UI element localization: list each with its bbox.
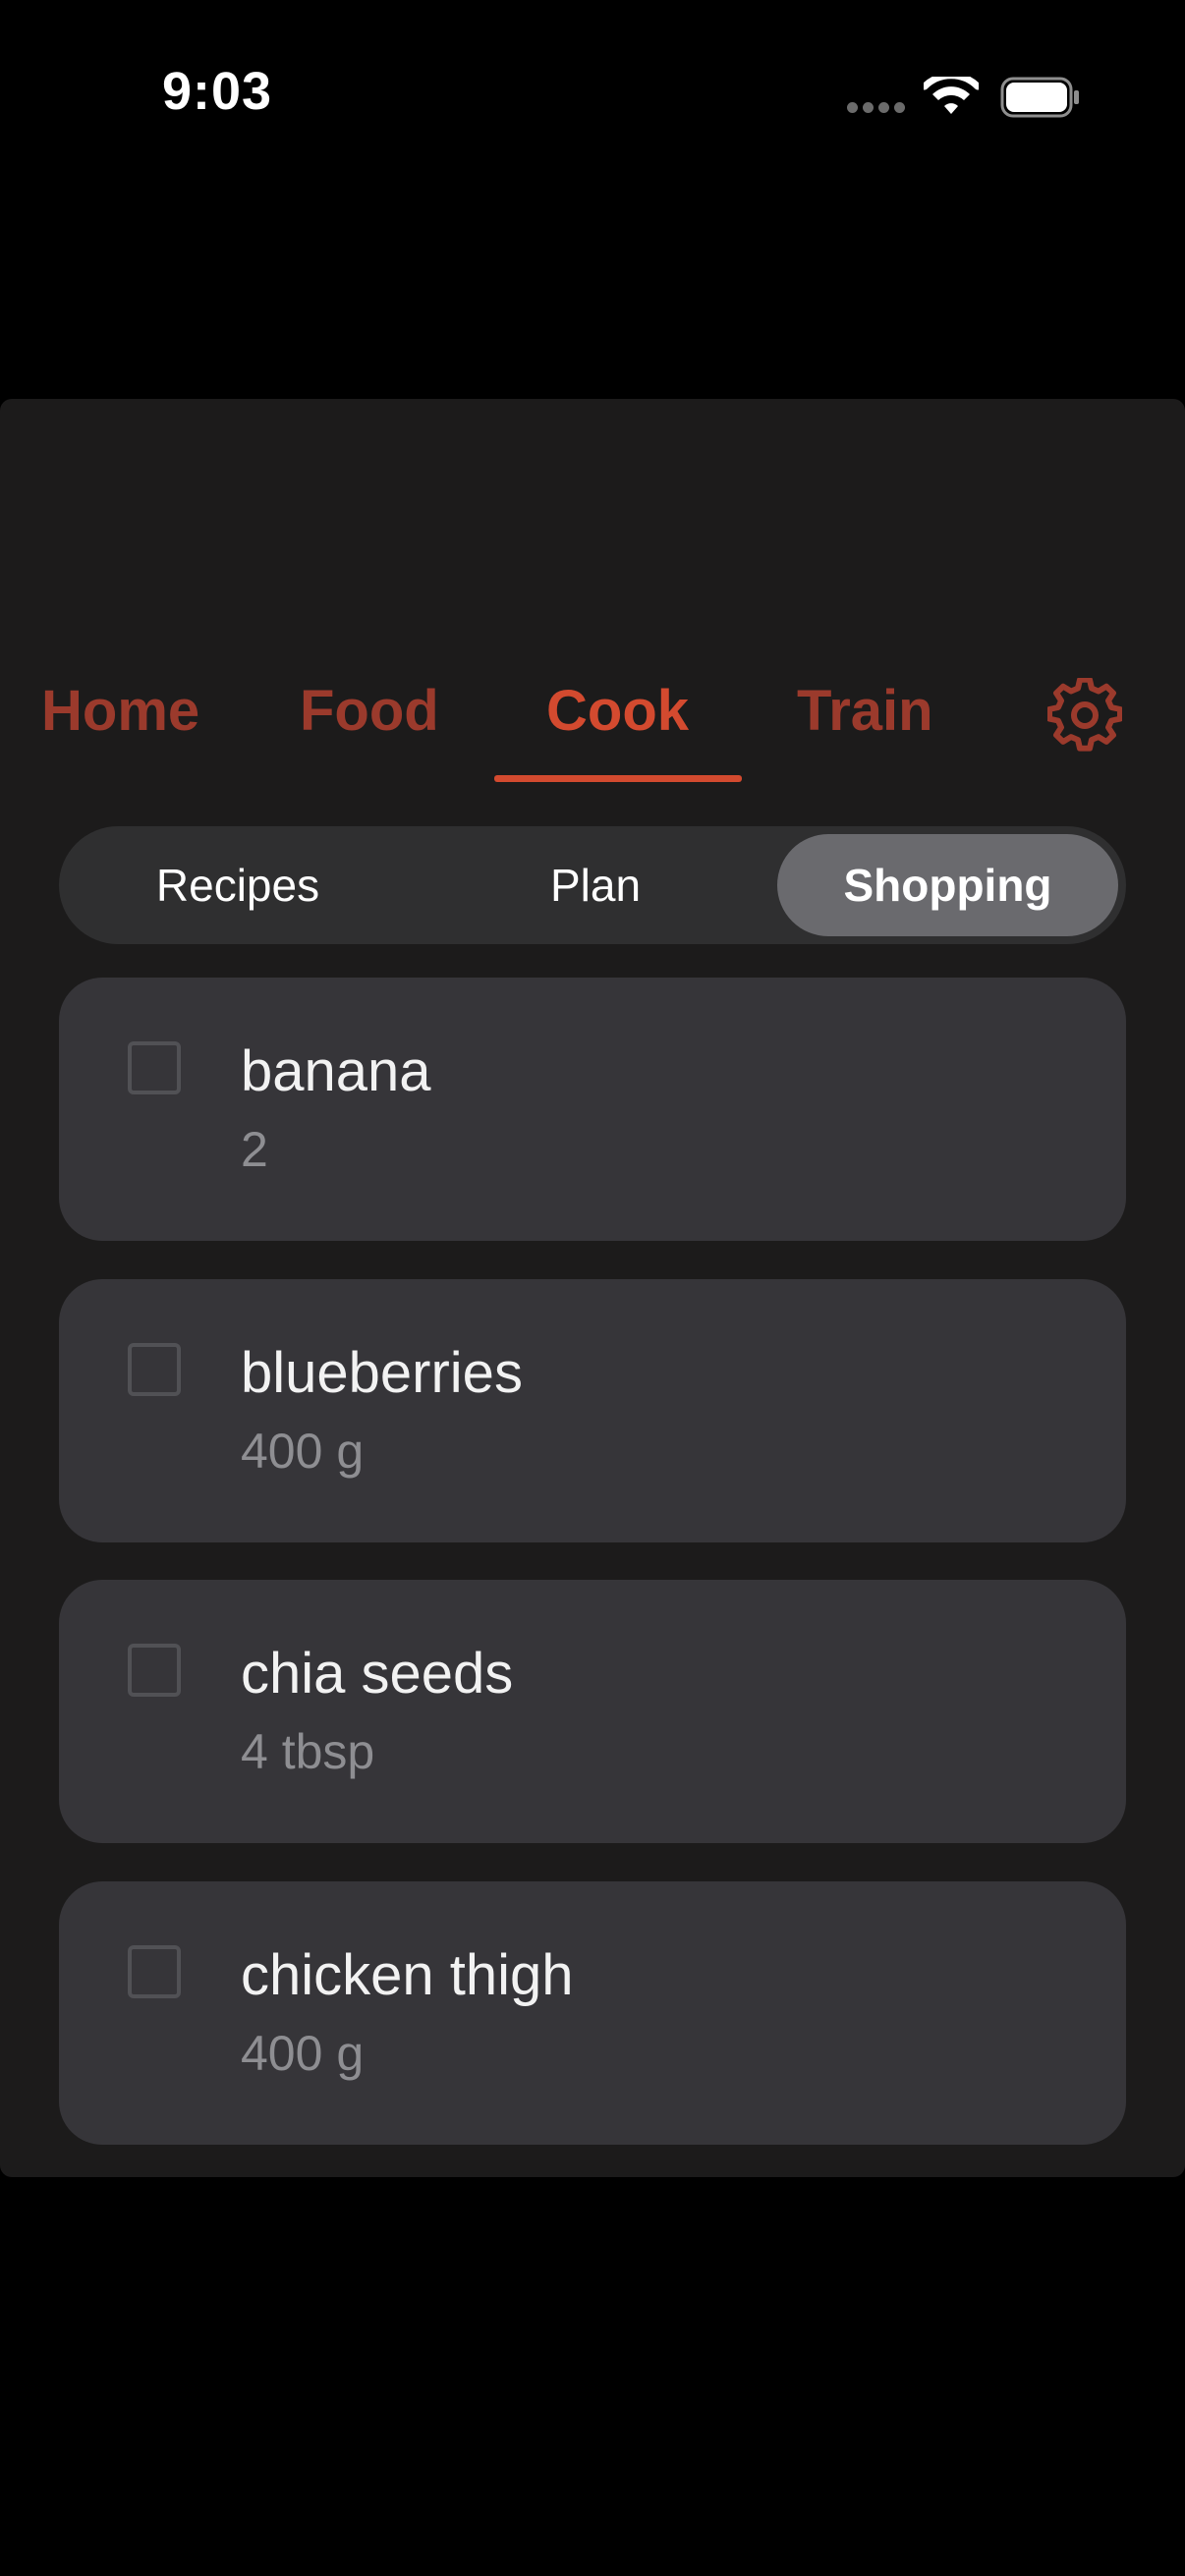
- status-bar: 9:03: [0, 0, 1185, 196]
- item-name: banana: [241, 1039, 431, 1103]
- item-quantity: 400 g: [241, 1424, 365, 1479]
- tab-train[interactable]: Train: [797, 678, 933, 744]
- shopping-item[interactable]: chia seeds 4 tbsp: [59, 1580, 1126, 1843]
- shopping-item[interactable]: chicken thigh 400 g: [59, 1881, 1126, 2145]
- item-quantity: 2: [241, 1122, 268, 1177]
- shopping-item[interactable]: blueberries 400 g: [59, 1279, 1126, 1542]
- tab-food[interactable]: Food: [300, 678, 439, 744]
- item-quantity: 400 g: [241, 2026, 365, 2081]
- item-name: blueberries: [241, 1341, 523, 1405]
- segment-plan[interactable]: Plan: [424, 834, 766, 936]
- item-checkbox[interactable]: [128, 1343, 181, 1396]
- item-quantity: 4 tbsp: [241, 1724, 375, 1779]
- item-checkbox[interactable]: [128, 1644, 181, 1697]
- shopping-item[interactable]: banana 2: [59, 978, 1126, 1241]
- item-name: chia seeds: [241, 1642, 514, 1706]
- segment-recipes[interactable]: Recipes: [67, 834, 409, 936]
- cellular-signal-icon: [847, 102, 906, 114]
- item-checkbox[interactable]: [128, 1041, 181, 1094]
- active-tab-indicator: [494, 775, 742, 782]
- top-tab-bar: Home Food Cook Train: [0, 648, 1185, 786]
- cook-segmented-control: Recipes Plan Shopping: [59, 826, 1126, 944]
- gear-icon[interactable]: [1047, 678, 1122, 753]
- status-time: 9:03: [162, 62, 273, 121]
- item-name: chicken thigh: [241, 1943, 574, 2007]
- item-checkbox[interactable]: [128, 1945, 181, 1998]
- battery-icon: [1000, 77, 1079, 118]
- wifi-icon: [924, 77, 979, 114]
- segment-shopping[interactable]: Shopping: [777, 834, 1118, 936]
- tab-cook[interactable]: Cook: [546, 678, 689, 744]
- tab-home[interactable]: Home: [41, 678, 199, 744]
